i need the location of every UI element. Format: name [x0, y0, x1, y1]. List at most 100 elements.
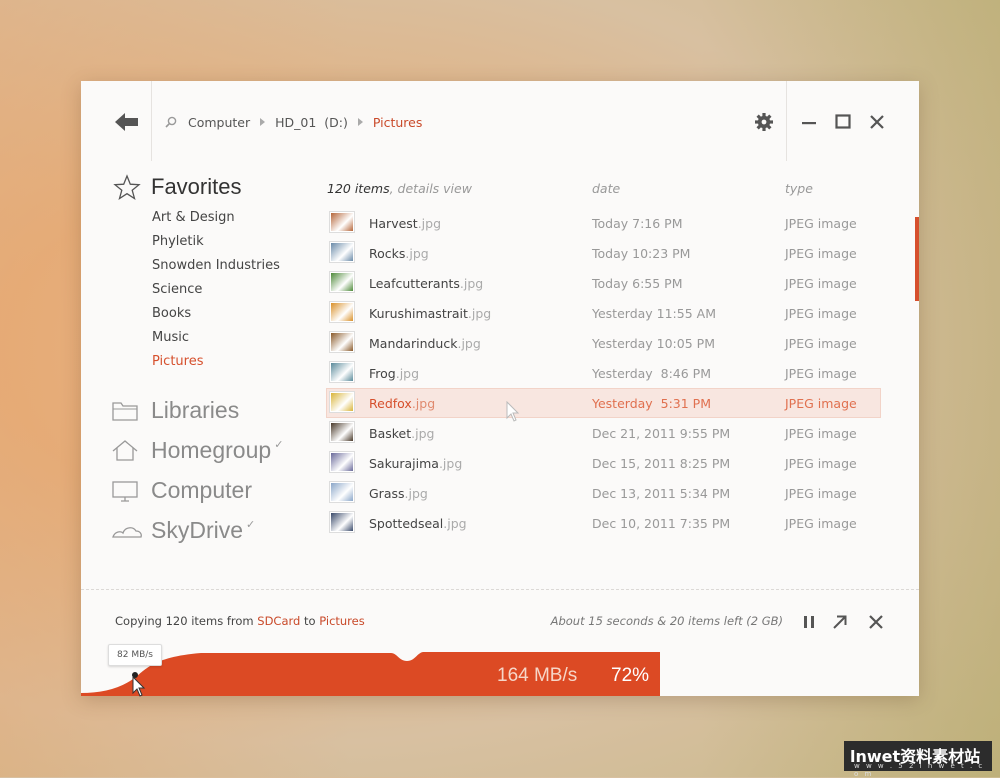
file-type: JPEG image — [785, 515, 857, 531]
close-icon[interactable] — [867, 112, 887, 132]
speed-tooltip: 82 MB/s — [108, 644, 162, 666]
back-button[interactable] — [113, 110, 141, 134]
file-thumbnail — [329, 451, 355, 473]
file-thumbnail — [329, 301, 355, 323]
file-date: Dec 10, 2011 7:35 PM — [592, 515, 731, 531]
file-row[interactable]: Redfox.jpg Yesterday 5:31 PM JPEG image — [326, 388, 881, 418]
header-divider — [151, 81, 152, 161]
file-date: Dec 15, 2011 8:25 PM — [592, 455, 731, 471]
view-mode[interactable]: , details view — [390, 181, 472, 196]
file-type: JPEG image — [785, 215, 857, 231]
copy-source-link[interactable]: SDCard — [257, 614, 300, 628]
file-thumbnail — [329, 361, 355, 383]
file-basename: Redfox — [369, 395, 412, 411]
pause-icon[interactable] — [800, 613, 818, 631]
time-remaining: About 15 seconds & 20 items left (2 GB) — [550, 614, 783, 628]
breadcrumb-drive[interactable]: HD_01 (D:) — [275, 115, 348, 130]
expand-arrow-icon[interactable] — [831, 613, 849, 631]
file-row[interactable]: Leafcutterants.jpg Today 6:55 PM JPEG imag… — [326, 268, 881, 298]
file-type: JPEG image — [785, 455, 857, 471]
cloud-icon — [112, 526, 142, 538]
file-thumbnail — [329, 421, 355, 443]
file-basename: Mandarinduck — [369, 335, 458, 351]
favorite-item[interactable]: Phyletik — [152, 230, 280, 254]
favorites-header[interactable]: Favorites — [113, 174, 241, 200]
file-extension: .jpg — [404, 485, 428, 501]
minimize-icon[interactable] — [799, 112, 819, 132]
favorite-item[interactable]: Art & Design — [152, 206, 280, 230]
file-row[interactable]: Spottedseal.jpg Dec 10, 2011 7:35 PM JPEG … — [326, 508, 881, 538]
file-basename: Grass — [369, 485, 405, 501]
file-date: Yesterday 5:31 PM — [592, 395, 711, 411]
maximize-icon[interactable] — [833, 112, 853, 132]
file-type: JPEG image — [785, 425, 857, 441]
mouse-cursor-icon — [506, 401, 520, 422]
file-type: JPEG image — [785, 335, 857, 351]
file-name: Spottedseal.jpg — [369, 516, 467, 531]
favorite-item[interactable]: Pictures — [152, 350, 280, 374]
favorite-item[interactable]: Science — [152, 278, 280, 302]
file-name: Kurushimastrait.jpg — [369, 306, 491, 321]
search-icon[interactable] — [164, 115, 178, 129]
file-extension: .jpg — [411, 425, 435, 441]
breadcrumb-separator-icon — [260, 118, 266, 126]
file-thumbnail — [329, 481, 355, 503]
copy-dest-link[interactable]: Pictures — [319, 614, 365, 628]
favorite-item[interactable]: Music — [152, 326, 280, 350]
favorite-item[interactable]: Snowden Industries — [152, 254, 280, 278]
file-extension: .jpg — [405, 245, 429, 261]
breadcrumb-computer[interactable]: Computer — [188, 115, 250, 130]
item-count: 120 items, details view — [327, 181, 472, 196]
file-row[interactable]: Basket.jpg Dec 21, 2011 9:55 PM JPEG image — [326, 418, 881, 448]
nav-homegroup-label: Homegroup — [151, 437, 272, 463]
file-name: Rocks.jpg — [369, 246, 429, 261]
nav-skydrive[interactable]: SkyDrive ✓ — [111, 517, 255, 544]
column-type[interactable]: type — [785, 181, 813, 196]
file-date: Today 6:55 PM — [592, 275, 683, 291]
file-row[interactable]: Sakurajima.jpg Dec 15, 2011 8:25 PM JPEG i… — [326, 448, 881, 478]
file-thumbnail — [329, 331, 355, 353]
file-extension: .jpg — [457, 335, 481, 351]
file-row[interactable]: Kurushimastrait.jpg Yesterday 11:55 AM JPE… — [326, 298, 881, 328]
file-thumbnail — [329, 271, 355, 293]
file-row[interactable]: Harvest.jpg Today 7:16 PM JPEG image — [326, 208, 881, 238]
file-extension: .jpg — [443, 515, 467, 531]
file-extension: .jpg — [411, 395, 436, 411]
file-extension: .jpg — [438, 455, 463, 471]
file-row[interactable]: Rocks.jpg Today 10:23 PM JPEG image — [326, 238, 881, 268]
cancel-copy-icon[interactable] — [867, 613, 885, 631]
file-name: Mandarinduck.jpg — [369, 336, 481, 351]
file-date: Yesterday 11:55 AM — [592, 305, 716, 321]
file-thumbnail — [329, 241, 355, 263]
file-name: Harvest.jpg — [369, 216, 441, 231]
nav-computer[interactable]: Computer — [111, 477, 255, 504]
transfer-speed: 164 MB/s — [497, 665, 578, 686]
column-date[interactable]: date — [592, 181, 620, 196]
progress-percent: 72% — [611, 665, 650, 686]
favorite-item[interactable]: Books — [152, 302, 280, 326]
file-row[interactable]: Mandarinduck.jpg Yesterday 10:05 PM JPEG i… — [326, 328, 881, 358]
file-date: Dec 13, 2011 5:34 PM — [592, 485, 731, 501]
gear-icon[interactable] — [754, 112, 774, 132]
nav-libraries-label: Libraries — [151, 397, 240, 423]
copy-status: Copying 120 items from SDCard to Picture… — [115, 614, 365, 628]
footer-divider — [81, 589, 919, 590]
file-thumbnail — [329, 391, 355, 413]
mouse-cursor-icon — [132, 676, 146, 697]
file-basename: Basket — [369, 425, 412, 441]
nav-libraries[interactable]: Libraries — [111, 397, 242, 424]
file-extension: .jpg — [467, 305, 492, 321]
file-row[interactable]: Frog.jpg Yesterday 8:46 PM JPEG image — [326, 358, 881, 388]
nav-computer-label: Computer — [151, 477, 252, 503]
file-row[interactable]: Grass.jpg Dec 13, 2011 5:34 PM JPEG image — [326, 478, 881, 508]
nav-homegroup[interactable]: Homegroup ✓ — [111, 437, 283, 464]
scrollbar[interactable] — [915, 217, 919, 301]
favorites-list: Art & Design Phyletik Snowden Industries Sc… — [152, 206, 280, 374]
nav-skydrive-label: SkyDrive — [151, 517, 244, 543]
file-date: Yesterday 8:46 PM — [592, 365, 711, 381]
file-name: Basket.jpg — [369, 426, 434, 441]
breadcrumb-pictures[interactable]: Pictures — [373, 115, 423, 130]
file-name: Sakurajima.jpg — [369, 456, 462, 471]
file-date: Yesterday 10:05 PM — [592, 335, 715, 351]
file-date: Today 7:16 PM — [592, 215, 683, 231]
